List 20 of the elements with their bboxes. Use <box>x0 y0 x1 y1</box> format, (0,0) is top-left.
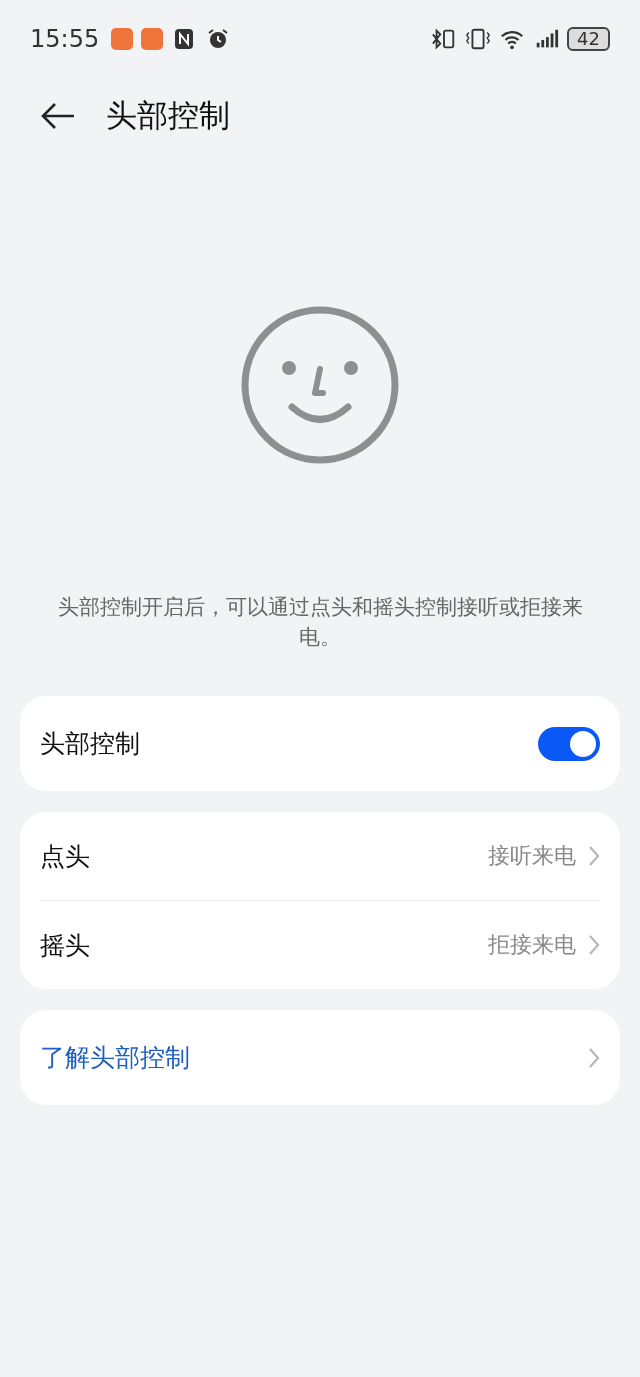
chevron-icon <box>588 1046 600 1069</box>
learn-more-link[interactable]: 了解头部控制 <box>40 1010 600 1105</box>
description-text: 头部控制开启后，可以通过点头和摇头控制接听或拒接来电。 <box>56 594 584 651</box>
setting-value: 接听来电 <box>488 842 576 870</box>
status-time: 15:55 <box>30 25 100 53</box>
smiley-icon <box>240 305 400 465</box>
setting-label: 点头 <box>40 840 91 873</box>
app-icon <box>141 28 164 50</box>
setting-label: 摇头 <box>40 929 91 962</box>
gesture-row[interactable]: 摇头 拒接来电 <box>40 901 600 989</box>
battery-indicator: 42 <box>567 27 610 51</box>
page-title: 头部控制 <box>106 96 230 135</box>
chevron-icon <box>588 845 600 867</box>
vibrate-icon <box>465 27 492 51</box>
setting-label: 头部控制 <box>40 728 141 760</box>
setting-value: 拒接来电 <box>488 931 576 959</box>
gesture-row[interactable]: 点头 接听来电 <box>40 812 600 900</box>
chevron-icon <box>588 934 600 956</box>
toggle-switch[interactable] <box>538 726 600 761</box>
app-icon <box>111 28 134 50</box>
